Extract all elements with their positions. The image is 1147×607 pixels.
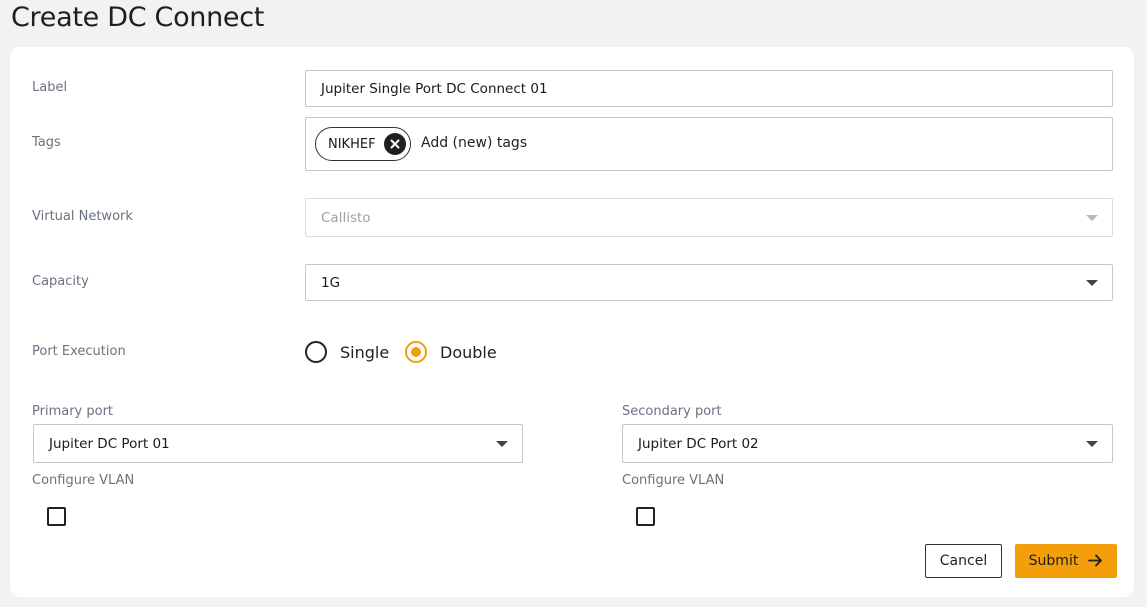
arrow-right-icon [1088, 552, 1103, 571]
radio-single[interactable] [305, 341, 327, 363]
close-circle-icon[interactable] [383, 133, 406, 155]
primary-vlan-checkbox[interactable] [47, 507, 66, 526]
page-title: Create DC Connect [11, 2, 265, 33]
virtual-network-value: Callisto [321, 209, 371, 226]
submit-button-label: Submit [1028, 553, 1079, 569]
label-input-value: Jupiter Single Port DC Connect 01 [321, 80, 548, 97]
caret-down-icon [1086, 279, 1098, 286]
secondary-vlan-label: Configure VLAN [622, 473, 725, 488]
caret-down-icon [496, 440, 508, 447]
form-card: Label Jupiter Single Port DC Connect 01 … [10, 47, 1134, 597]
tag-chip-label: NIKHEF [328, 136, 376, 152]
secondary-port-select[interactable]: Jupiter DC Port 02 [622, 424, 1113, 463]
primary-port-label: Primary port [32, 404, 114, 419]
secondary-port-label: Secondary port [622, 404, 722, 419]
tags-placeholder: Add (new) tags [421, 135, 528, 151]
capacity-value: 1G [321, 274, 341, 291]
tags-field-label: Tags [32, 135, 61, 150]
radio-double[interactable] [405, 341, 427, 363]
virtual-network-select: Callisto [305, 198, 1113, 237]
capacity-label: Capacity [32, 274, 89, 289]
label-field-label: Label [32, 80, 68, 95]
radio-double-label[interactable]: Double [440, 343, 497, 362]
secondary-vlan-checkbox[interactable] [636, 507, 655, 526]
primary-port-select[interactable]: Jupiter DC Port 01 [33, 424, 523, 463]
primary-port-value: Jupiter DC Port 01 [49, 435, 170, 452]
label-input[interactable]: Jupiter Single Port DC Connect 01 [305, 70, 1113, 107]
cancel-button-label: Cancel [939, 553, 988, 569]
primary-vlan-label: Configure VLAN [32, 473, 135, 488]
tags-input[interactable]: NIKHEF Add (new) tags [305, 117, 1113, 171]
capacity-select[interactable]: 1G [305, 264, 1113, 301]
virtual-network-label: Virtual Network [32, 209, 133, 224]
radio-single-label[interactable]: Single [340, 343, 389, 362]
caret-down-icon [1086, 440, 1098, 447]
caret-down-icon [1086, 214, 1098, 221]
cancel-button[interactable]: Cancel [925, 544, 1002, 578]
submit-button[interactable]: Submit [1015, 544, 1117, 578]
port-execution-label: Port Execution [32, 344, 126, 359]
tag-chip: NIKHEF [315, 127, 411, 161]
secondary-port-value: Jupiter DC Port 02 [638, 435, 759, 452]
